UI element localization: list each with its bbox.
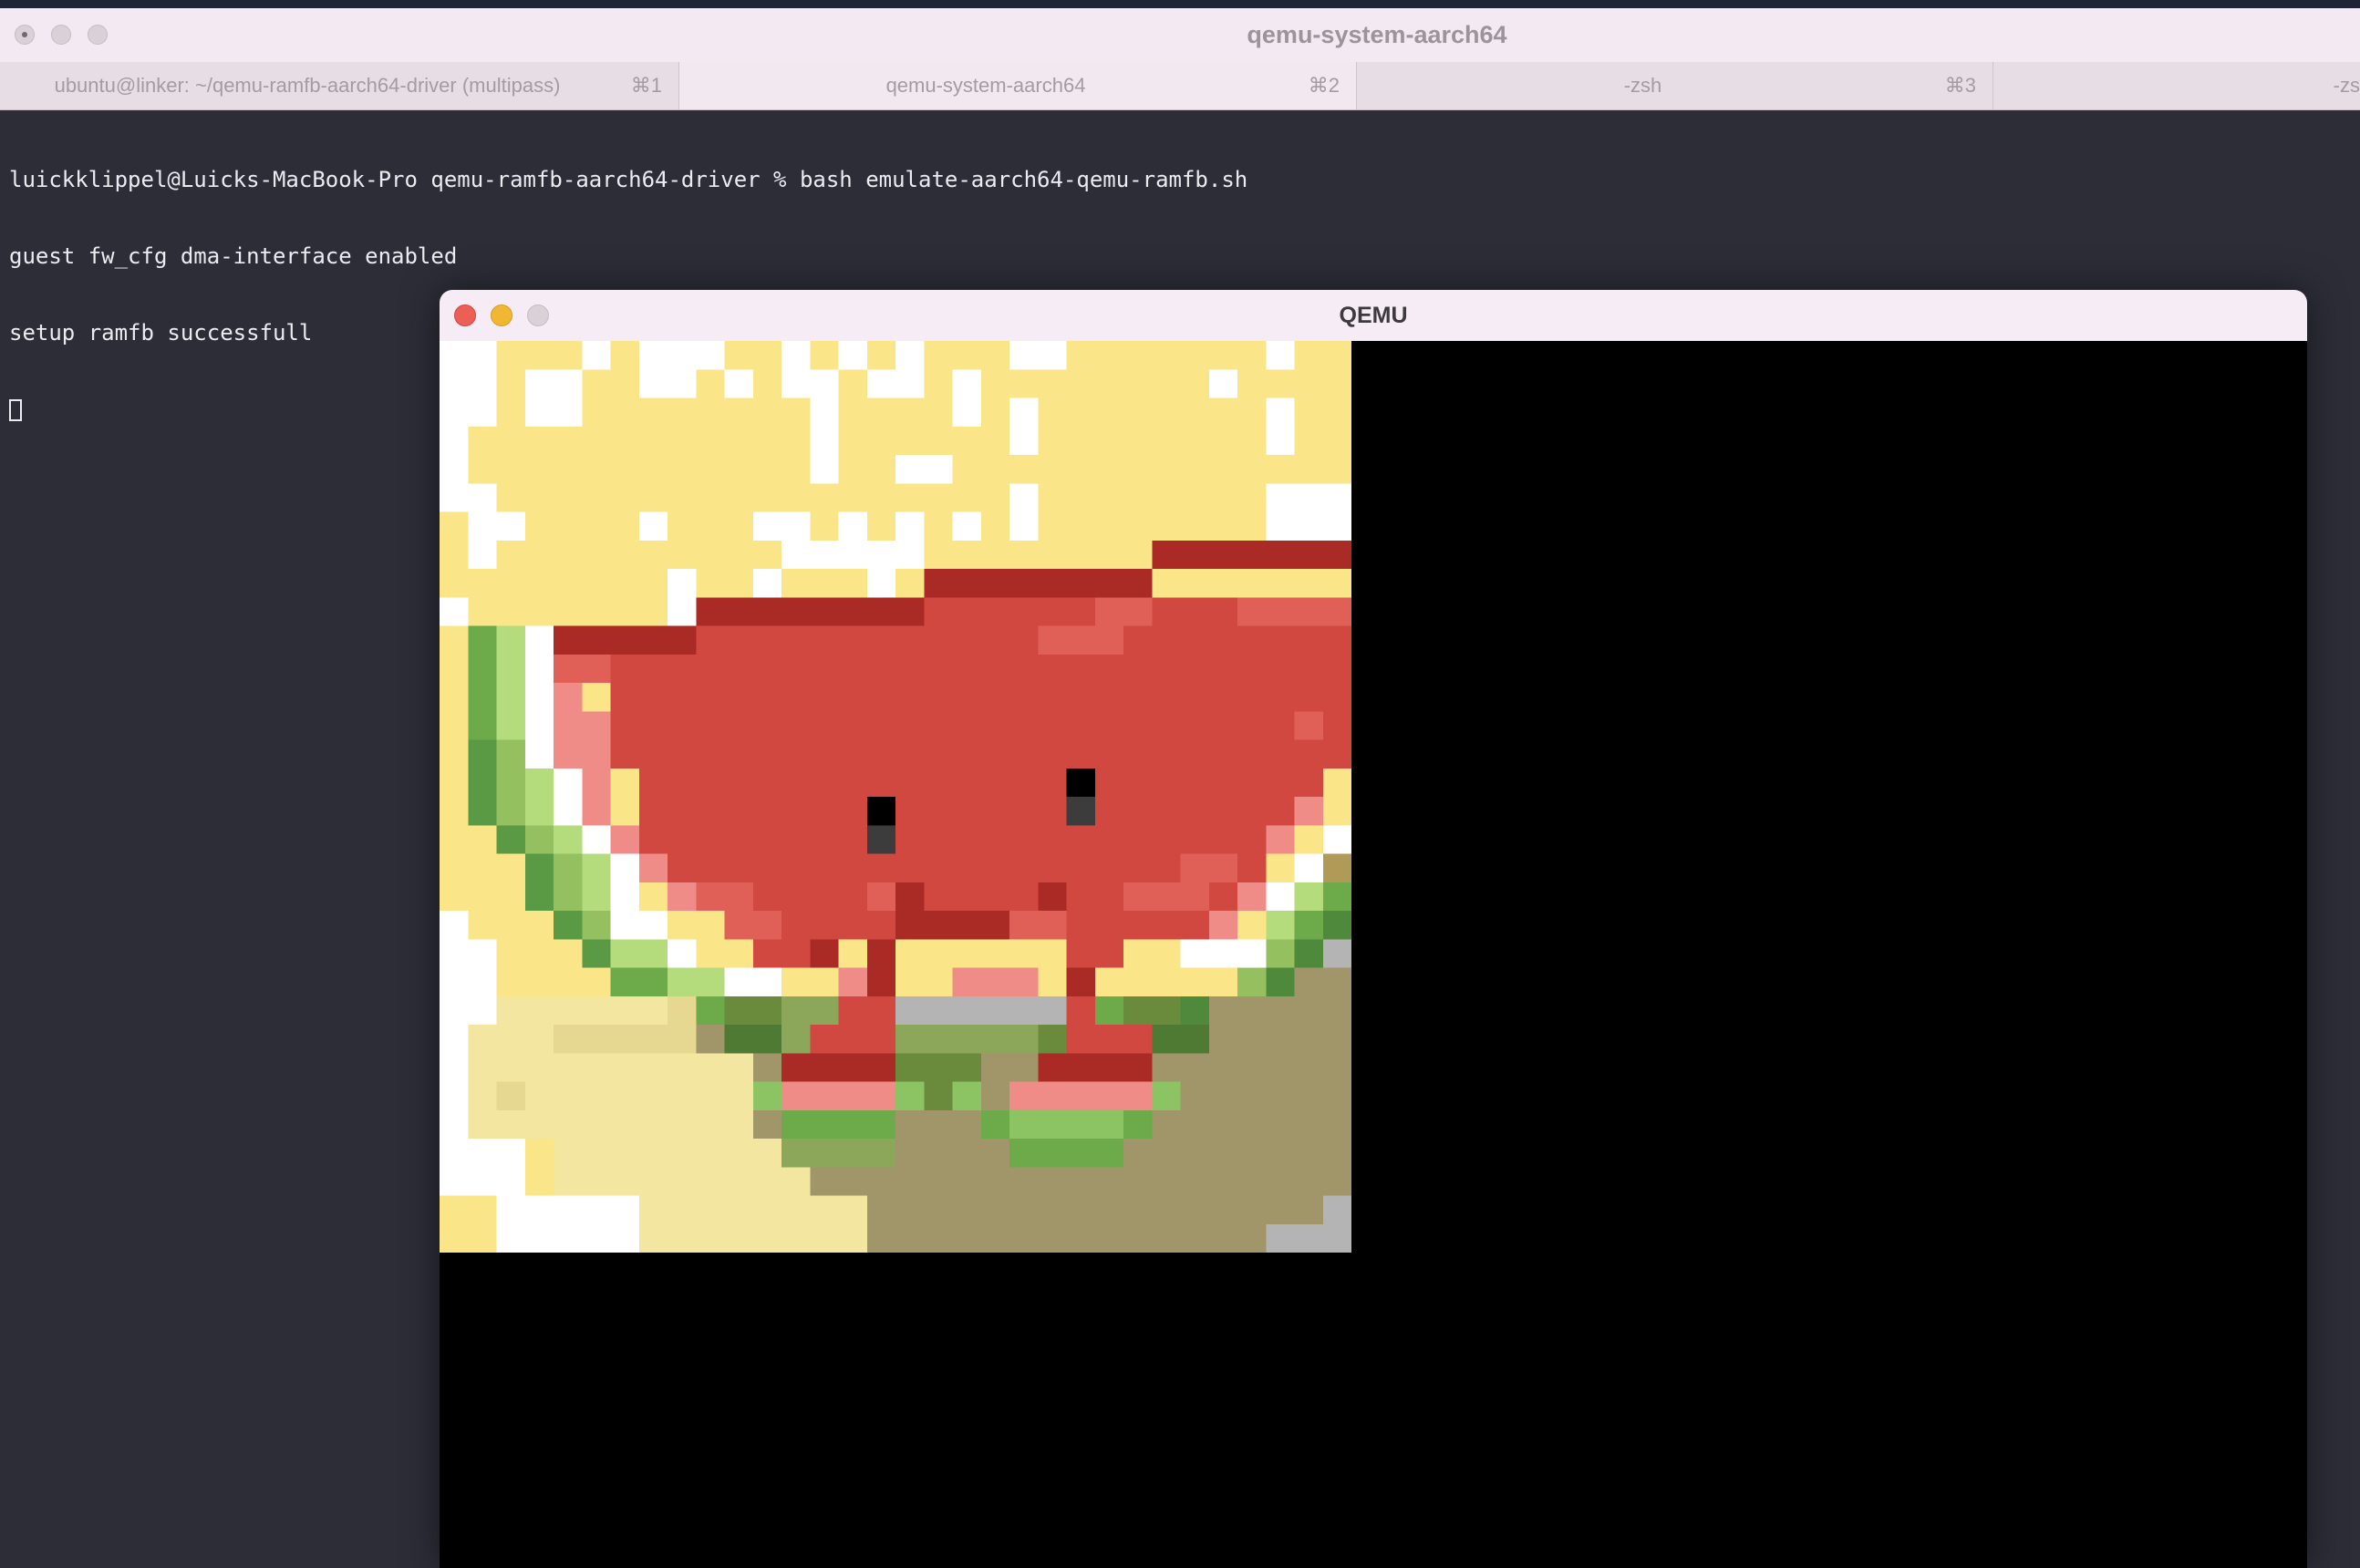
tab-multipass[interactable]: ubuntu@linker: ~/qemu-ramfb-aarch64-driv… <box>0 62 679 109</box>
tab-label: qemu-system-aarch64 <box>885 74 1086 97</box>
terminal-title: qemu-system-aarch64 <box>1247 21 1507 48</box>
qemu-window: QEMU <box>440 290 2307 1568</box>
tab-zsh[interactable]: -zsh ⌘3 <box>1357 62 1993 109</box>
tab-shortcut: ⌘3 <box>1944 74 1976 97</box>
tab-shortcut: ⌘1 <box>630 74 662 97</box>
tab-qemu-system-aarch64[interactable]: qemu-system-aarch64 ⌘2 <box>679 62 1357 109</box>
tab-label: -zs <box>2333 74 2360 97</box>
tab-zsh-2[interactable]: -zs <box>1993 62 2360 109</box>
framebuffer-image <box>440 341 1351 1253</box>
desktop-top-strip <box>0 0 2360 8</box>
terminal-line-output: guest fw_cfg dma-interface enabled <box>9 243 458 269</box>
terminal-tab-bar: ubuntu@linker: ~/qemu-ramfb-aarch64-driv… <box>0 62 2360 110</box>
terminal-cursor <box>9 399 22 421</box>
terminal-titlebar: qemu-system-aarch64 <box>0 8 2360 63</box>
qemu-titlebar: QEMU <box>440 290 2307 342</box>
tab-shortcut: ⌘2 <box>1308 74 1340 97</box>
tab-label: -zsh <box>1623 74 1662 97</box>
qemu-title: QEMU <box>1339 303 1408 328</box>
terminal-line-command: luickklippel@Luicks-MacBook-Pro qemu-ram… <box>9 167 1248 192</box>
tab-label: ubuntu@linker: ~/qemu-ramfb-aarch64-driv… <box>54 74 561 97</box>
qemu-display[interactable] <box>440 341 2307 1568</box>
